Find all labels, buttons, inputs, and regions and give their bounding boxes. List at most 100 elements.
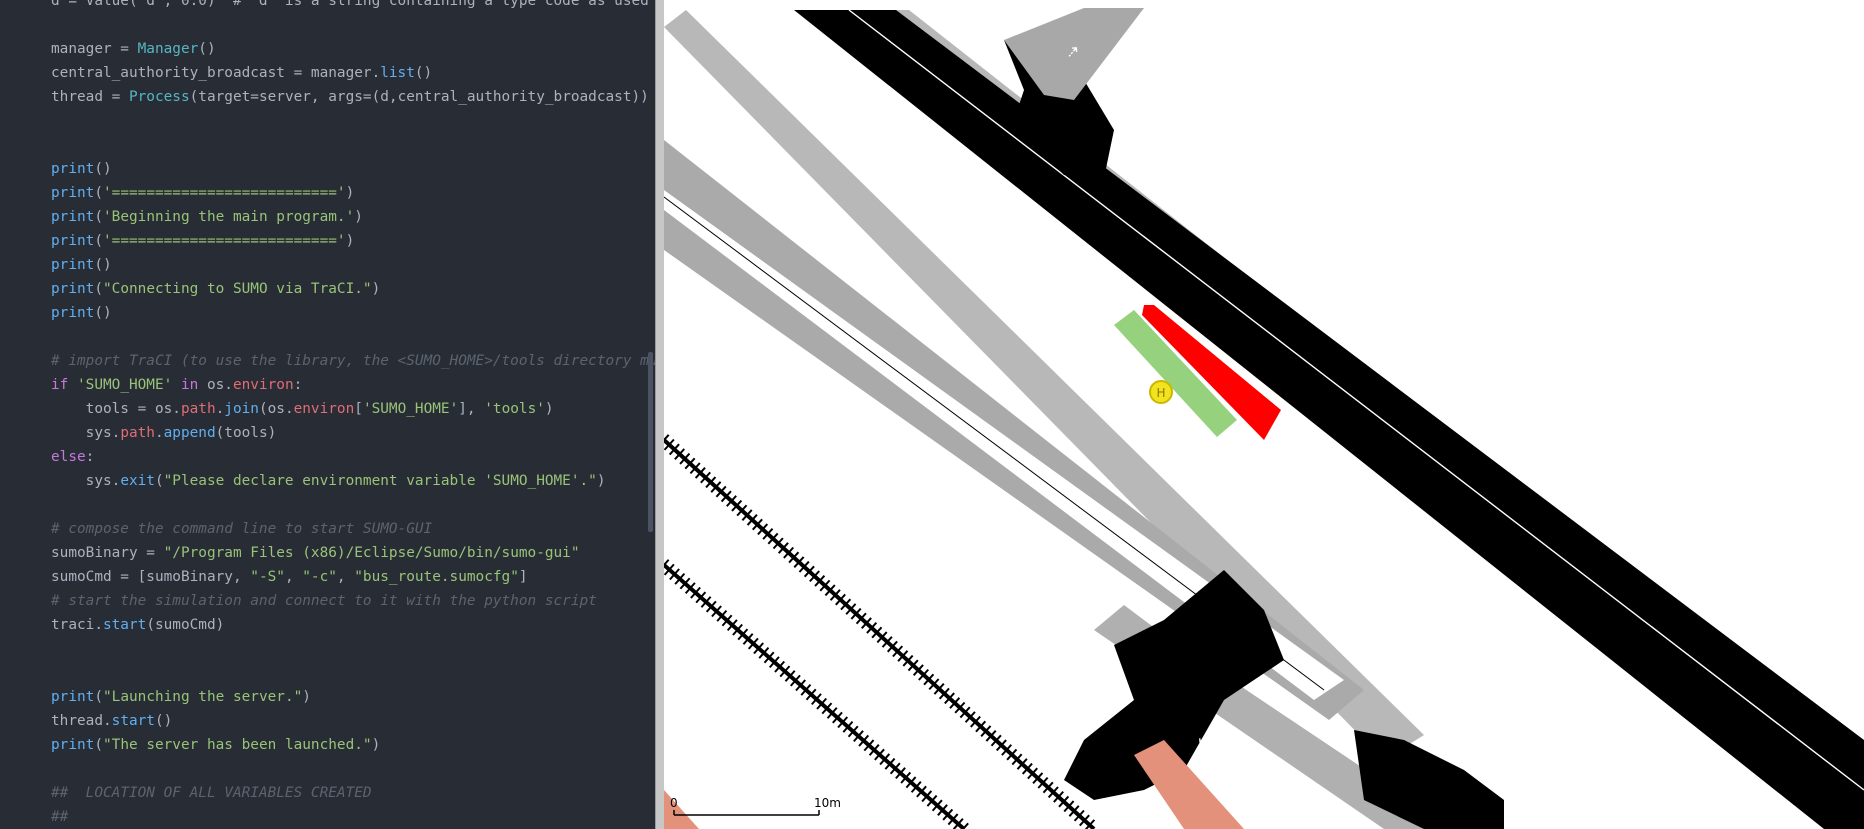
- code-line[interactable]: sumoBinary = "/Program Files (x86)/Eclip…: [51, 541, 655, 565]
- code-token: 'SUMO_HOME': [362, 401, 459, 417]
- code-token: (: [94, 233, 103, 249]
- scale-bar: 0 10m: [670, 796, 841, 816]
- code-token: thread =: [51, 89, 129, 105]
- code-line[interactable]: [51, 133, 655, 157]
- code-token: Manager: [137, 41, 199, 57]
- code-token: .: [154, 425, 164, 441]
- code-token: print: [51, 737, 95, 753]
- code-token: sumoCmd = [sumoBinary,: [51, 569, 251, 585]
- code-line[interactable]: traci.start(sumoCmd): [51, 613, 655, 637]
- code-line[interactable]: print(): [51, 253, 655, 277]
- code-line[interactable]: print('Beginning the main program.'): [51, 205, 655, 229]
- code-editor[interactable]: d = Value('d', 0.0) # 'd' is a string co…: [0, 0, 655, 829]
- code-lines[interactable]: d = Value('d', 0.0) # 'd' is a string co…: [51, 0, 655, 829]
- code-token: (sumoCmd): [146, 617, 225, 633]
- code-token: ): [354, 209, 363, 225]
- code-token: d = Value('d', 0.0) # 'd' is a string co…: [51, 0, 649, 9]
- code-line[interactable]: [51, 109, 655, 133]
- code-line[interactable]: sumoCmd = [sumoBinary, "-S", "-c", "bus_…: [51, 565, 655, 589]
- railway-track: [664, 559, 969, 829]
- code-token: :: [85, 449, 95, 465]
- code-token: "-S": [250, 569, 285, 585]
- code-token: .: [215, 401, 225, 417]
- code-line[interactable]: d = Value('d', 0.0) # 'd' is a string co…: [51, 0, 655, 13]
- code-line[interactable]: ##: [51, 805, 655, 829]
- code-token: '==========================': [103, 185, 346, 201]
- code-line[interactable]: [51, 325, 655, 349]
- code-line[interactable]: # start the simulation and connect to it…: [51, 589, 655, 613]
- code-token: print: [51, 185, 95, 201]
- code-line[interactable]: [51, 13, 655, 37]
- code-token: (: [94, 689, 103, 705]
- code-line[interactable]: manager = Manager(): [51, 37, 655, 61]
- code-token: print: [51, 257, 95, 273]
- code-token: print: [51, 281, 95, 297]
- code-token: [: [354, 401, 363, 417]
- code-token: (): [94, 257, 112, 273]
- code-line[interactable]: print("The server has been launched."): [51, 733, 655, 757]
- code-line[interactable]: print("Launching the server."): [51, 685, 655, 709]
- code-token: Process: [128, 89, 190, 105]
- code-token: ## LOCATION OF ALL VARIABLES CREATED: [51, 785, 372, 801]
- code-token: list: [380, 65, 415, 81]
- code-token: exit: [120, 473, 155, 489]
- code-line[interactable]: print("Connecting to SUMO via TraCI."): [51, 277, 655, 301]
- code-line[interactable]: [51, 493, 655, 517]
- code-token: (: [94, 281, 103, 297]
- code-token: "Please declare environment variable 'SU…: [163, 473, 597, 489]
- code-token: if: [51, 377, 77, 393]
- code-line[interactable]: # import TraCI (to use the library, the …: [51, 349, 655, 373]
- code-line[interactable]: print('=========================='): [51, 181, 655, 205]
- code-token: thread.: [51, 713, 112, 729]
- code-token: "bus_route.sumocfg": [354, 569, 519, 585]
- code-line[interactable]: [51, 757, 655, 781]
- scale-bar-start-label: 0: [670, 796, 678, 810]
- code-token: ): [596, 473, 606, 489]
- code-token: 'SUMO_HOME': [77, 377, 173, 393]
- code-token: environ: [293, 401, 355, 417]
- code-token: print: [51, 689, 95, 705]
- code-token: central_authority_broadcast = manager.: [51, 65, 381, 81]
- code-line[interactable]: print('=========================='): [51, 229, 655, 253]
- code-line[interactable]: [51, 637, 655, 661]
- code-token: ],: [458, 401, 485, 417]
- code-line[interactable]: thread = Process(target=server, args=(d,…: [51, 85, 655, 109]
- code-token: "The server has been launched.": [103, 737, 372, 753]
- code-token: (target=server, args=(d,central_authorit…: [189, 89, 649, 105]
- code-line[interactable]: print(): [51, 301, 655, 325]
- code-token: (: [94, 209, 103, 225]
- code-token: "Connecting to SUMO via TraCI.": [103, 281, 372, 297]
- code-token: (os.: [258, 401, 294, 417]
- code-line[interactable]: print(): [51, 157, 655, 181]
- code-token: ): [302, 689, 311, 705]
- direction-arrow-icon: ⇡: [1062, 633, 1084, 656]
- road-network-map[interactable]: ⇡ ⇡ ⇢ ⇡ H 0 10m: [664, 0, 1864, 829]
- code-line[interactable]: else:: [51, 445, 655, 469]
- code-line[interactable]: sys.path.append(tools): [51, 421, 655, 445]
- code-line[interactable]: sys.exit("Please declare environment var…: [51, 469, 655, 493]
- code-token: (: [94, 185, 103, 201]
- code-line[interactable]: [51, 661, 655, 685]
- code-token: (): [94, 305, 112, 321]
- sumo-simulation-view[interactable]: ⇡ ⇡ ⇢ ⇡ H 0 10m: [664, 0, 1864, 829]
- code-line[interactable]: central_authority_broadcast = manager.li…: [51, 61, 655, 85]
- code-token: else: [51, 449, 86, 465]
- code-token: environ: [232, 377, 294, 393]
- editor-scrollbar[interactable]: [648, 352, 653, 532]
- code-token: (): [198, 41, 216, 57]
- code-token: (tools): [215, 425, 277, 441]
- code-token: in: [172, 377, 207, 393]
- code-token: ,: [336, 569, 355, 585]
- code-line[interactable]: # compose the command line to start SUMO…: [51, 517, 655, 541]
- code-line[interactable]: ## LOCATION OF ALL VARIABLES CREATED: [51, 781, 655, 805]
- code-token: path: [120, 425, 155, 441]
- code-token: manager =: [51, 41, 138, 57]
- code-line[interactable]: thread.start(): [51, 709, 655, 733]
- code-token: tools = os.: [51, 401, 181, 417]
- code-token: traci.: [51, 617, 103, 633]
- code-line[interactable]: if 'SUMO_HOME' in os.environ:: [51, 373, 655, 397]
- code-token: print: [51, 305, 95, 321]
- code-token: sumoBinary =: [51, 545, 164, 561]
- code-token: (: [94, 737, 103, 753]
- code-line[interactable]: tools = os.path.join(os.environ['SUMO_HO…: [51, 397, 655, 421]
